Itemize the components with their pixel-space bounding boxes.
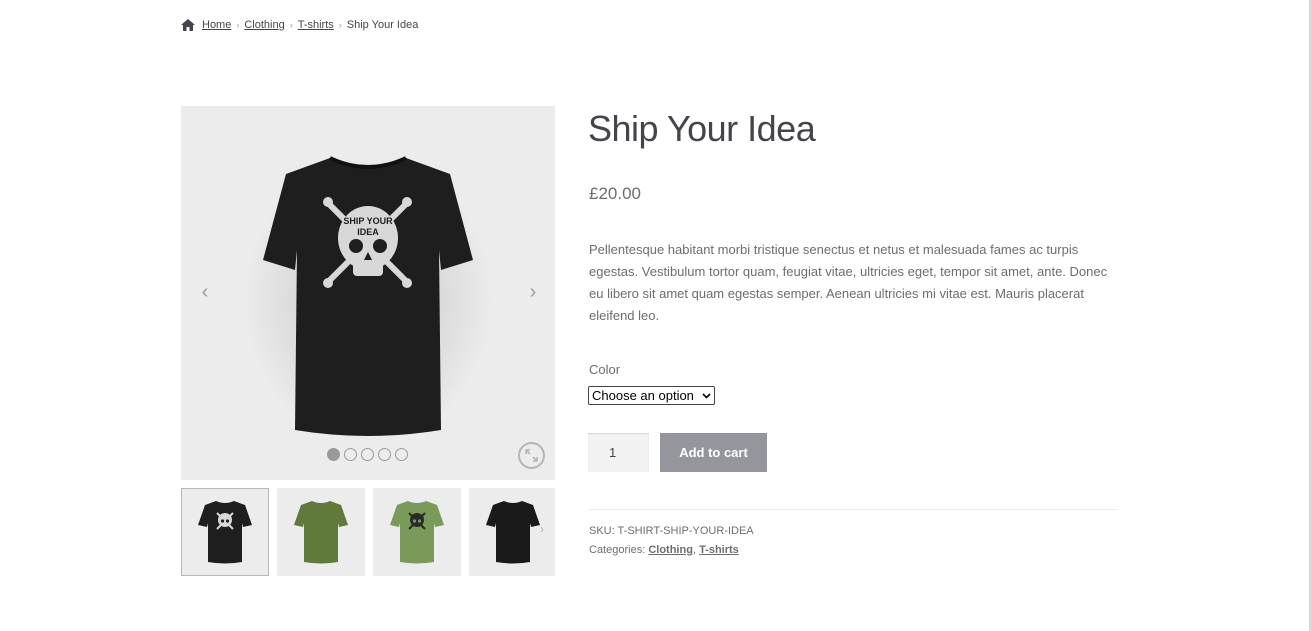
gallery-prev-arrow[interactable]: ‹ [198,282,212,302]
zoom-button[interactable] [518,442,545,469]
product-price: £20.00 [589,184,641,203]
sku-label: SKU: [589,525,615,537]
quantity-input[interactable] [588,433,649,472]
meta-divider [589,509,1118,510]
breadcrumb-separator: › [289,20,293,30]
chevron-down-icon [702,392,711,399]
product-description: Pellentesque habitant morbi tristique se… [589,242,1108,323]
sku-value: T-SHIRT-SHIP-YOUR-IDEA [617,525,754,537]
home-icon[interactable] [181,19,195,31]
category-link-tshirts[interactable]: T-shirts [699,544,739,556]
category-link-clothing[interactable]: Clothing [648,544,693,556]
svg-text:IDEA: IDEA [357,227,379,237]
product-title: Ship Your Idea [588,108,816,149]
product-image-black-shirt: SHIP YOUR IDEA [243,155,493,440]
breadcrumb-current: Ship Your Idea [346,19,419,31]
breadcrumb-home-link[interactable]: Home [202,19,231,31]
gallery-pagination [327,448,408,461]
breadcrumb-clothing-link[interactable]: Clothing [244,19,284,31]
gallery-dot-1[interactable] [327,448,340,461]
gallery-dot-5[interactable] [395,448,408,461]
color-select[interactable]: Choose an option [588,386,715,405]
product-categories: Categories: Clothing, T-shirts [589,544,739,556]
breadcrumb-separator: › [338,20,342,30]
thumbnail-green-plain-shirt[interactable] [277,488,365,576]
expand-icon [525,449,538,462]
color-label: Color [589,362,621,377]
thumbnails-next-arrow[interactable]: › [540,522,544,536]
thumbnail-black-skull-shirt[interactable] [181,488,269,576]
gallery-thumbnails: › [181,488,555,576]
category-separator: , [692,544,696,556]
gallery-dot-3[interactable] [361,448,374,461]
thumbnail-green-skull-shirt[interactable] [373,488,461,576]
add-to-cart-button[interactable]: Add to cart [660,433,767,472]
gallery-dot-2[interactable] [344,448,357,461]
svg-text:SHIP YOUR: SHIP YOUR [343,216,393,226]
breadcrumb-tshirts-link[interactable]: T-shirts [298,19,334,31]
breadcrumb-separator: › [236,20,240,30]
color-select-value: Choose an option [592,388,694,403]
categories-label: Categories: [589,544,646,556]
breadcrumb: Home › Clothing › T-shirts › Ship Your I… [181,17,418,33]
product-sku: SKU: T-SHIRT-SHIP-YOUR-IDEA [589,525,754,537]
product-gallery-main[interactable]: SHIP YOUR IDEA ‹ › [181,106,555,480]
gallery-next-arrow[interactable]: › [526,282,540,302]
gallery-dot-4[interactable] [378,448,391,461]
